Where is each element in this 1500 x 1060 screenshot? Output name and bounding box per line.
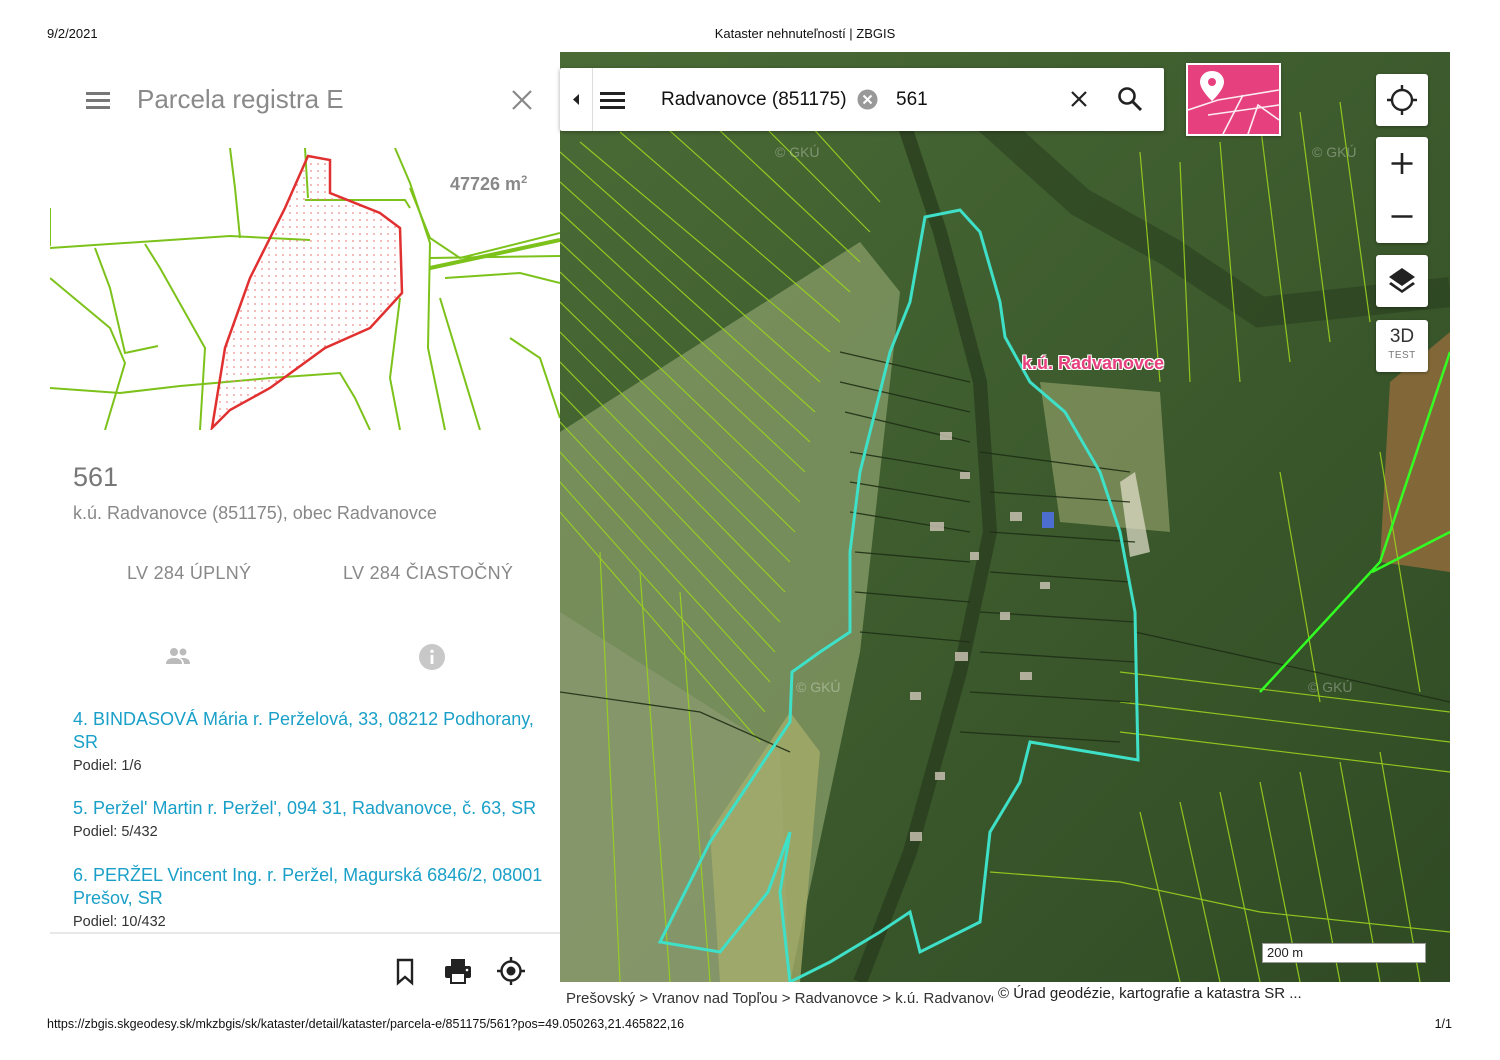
owner-item: 5. Peržel' Martin r. Peržel', 094 31, Ra…: [73, 797, 553, 840]
remove-filter-icon[interactable]: [857, 89, 878, 110]
lv-partial-button[interactable]: LV 284 ČIASTOČNÝ: [343, 563, 513, 584]
info-icon[interactable]: [417, 642, 447, 672]
my-location-button[interactable]: [1376, 74, 1428, 126]
collapse-panel-button[interactable]: [560, 68, 593, 131]
map-view[interactable]: © GKÚ © GKÚ © GKÚ © GKÚ: [560, 52, 1450, 982]
divider: [50, 932, 560, 934]
owner-share: Podiel: 10/432: [73, 914, 166, 930]
area-unit: 2: [521, 174, 528, 186]
area-value: 47726 m: [450, 174, 522, 194]
print-title: Kataster nehnuteľností | ZBGIS: [714, 26, 896, 41]
map-watermark: © GKÚ: [1312, 144, 1357, 160]
search-input[interactable]: 561: [896, 89, 928, 111]
owner-share: Podiel: 1/6: [73, 758, 142, 774]
owner-name[interactable]: 4. BINDASOVÁ Mária r. Perželová, 33, 082…: [73, 708, 553, 754]
parcel-number: 561: [73, 462, 119, 492]
owner-name[interactable]: 5. Peržel' Martin r. Peržel', 094 31, Ra…: [73, 797, 553, 820]
parcel-location: k.ú. Radvanovce (851175), obec Radvanovc…: [73, 503, 437, 523]
people-icon[interactable]: [163, 642, 193, 672]
menu-icon[interactable]: [600, 90, 626, 110]
map-watermark: © GKÚ: [796, 679, 841, 695]
owner-item: 4. BINDASOVÁ Mária r. Perželová, 33, 082…: [73, 708, 553, 774]
print-page-number: 1/1: [1434, 1017, 1452, 1031]
3d-view-button[interactable]: 3D TEST: [1376, 320, 1428, 372]
detail-panel: Parcela registra E 47726 m2 561 k.ú. Rad…: [50, 52, 560, 992]
minus-icon[interactable]: [1376, 190, 1428, 243]
plus-icon[interactable]: [1376, 137, 1428, 190]
map-attribution[interactable]: © Úrad geodézie, kartografie a katastra …: [993, 982, 1455, 1006]
close-icon[interactable]: [1068, 88, 1090, 110]
panel-title: Parcela registra E: [137, 84, 344, 114]
close-icon[interactable]: [510, 88, 534, 112]
parcel-area: 47726 m2: [450, 174, 527, 195]
map-search-bar: Radvanovce (851175) 561: [560, 68, 1164, 131]
layers-icon[interactable]: [1376, 255, 1428, 307]
print-icon[interactable]: [443, 956, 473, 986]
map-watermark: © GKÚ: [1308, 679, 1353, 695]
bookmark-icon[interactable]: [390, 956, 420, 986]
print-url: https://zbgis.skgeodesy.sk/mkzbgis/sk/ka…: [47, 1017, 685, 1031]
owner-item: 6. PERŽEL Vincent Ing. r. Peržel, Magurs…: [73, 864, 553, 930]
cadastral-area-label: k.ú. Radvanovce: [1022, 353, 1165, 373]
panel-header: Parcela registra E: [50, 52, 560, 148]
scale-bar: 200 m: [1262, 943, 1426, 963]
search-filter-chip: Radvanovce (851175): [661, 89, 847, 110]
menu-icon[interactable]: [86, 90, 112, 110]
location-breadcrumb: Prešovský > Vranov nad Topľou > Radvanov…: [560, 988, 996, 1010]
lv-full-button[interactable]: LV 284 ÚPLNÝ: [127, 563, 251, 584]
locate-icon[interactable]: [496, 956, 526, 986]
cadastre-layer-button[interactable]: [1186, 63, 1281, 136]
zoom-controls: [1376, 137, 1428, 243]
owner-share: Podiel: 5/432: [73, 824, 158, 840]
3d-sublabel: TEST: [1388, 350, 1416, 361]
owner-name[interactable]: 6. PERŽEL Vincent Ing. r. Peržel, Magurs…: [73, 864, 553, 910]
3d-label: 3D: [1389, 326, 1415, 347]
search-icon[interactable]: [1116, 85, 1144, 113]
map-watermark: © GKÚ: [775, 144, 820, 160]
